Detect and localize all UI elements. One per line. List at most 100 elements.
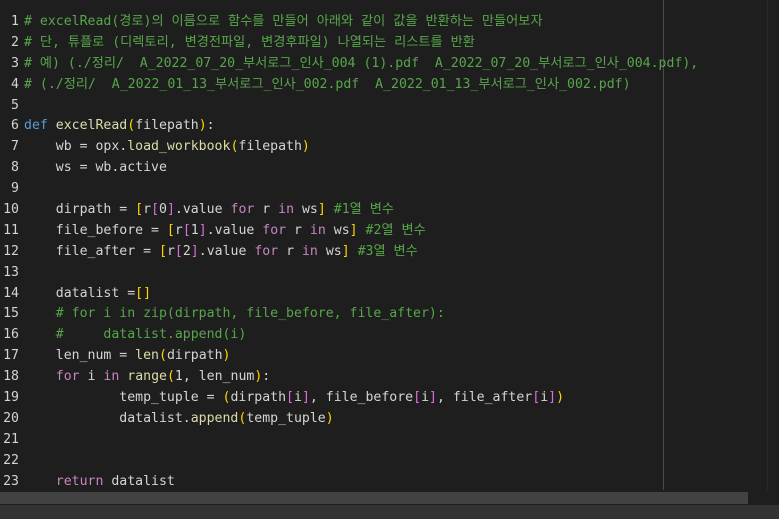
code-token: for [230,202,255,218]
code-line[interactable]: 18 for i in range(1, len_num): [0,367,779,388]
code-token: r [286,222,310,238]
code-area[interactable]: 1 # excelRead(경로)의 이름으로 함수를 만들어 아래와 같이 값을… [0,12,779,492]
code-token: datalist. [24,410,191,426]
code-token: ws [325,222,350,238]
code-token: r [278,243,302,259]
code-line[interactable]: 6 def excelRead(filepath): [0,116,779,137]
line-code[interactable]: dirpath = [r[0].value for r in ws] #1열 변… [24,200,394,221]
line-number: 18 [3,369,19,385]
code-token: ] [190,243,199,259]
code-token: 0 [159,202,167,218]
code-token: datalist [103,473,175,489]
line-number: 22 [3,452,19,468]
code-line[interactable]: 16 # datalist.append(i) [0,325,779,346]
code-token: #1열 변수 [325,202,394,218]
code-token: ( [166,369,175,385]
line-code[interactable]: ws = wb.active [24,158,167,179]
code-token: append [190,410,239,426]
code-token: : [206,118,215,134]
code-token: dirpath = [24,202,136,218]
code-line[interactable]: 22 [0,451,779,472]
line-code[interactable]: datalist =[] [24,284,151,305]
line-code[interactable]: wb = opx.load_workbook(filepath) [24,137,310,158]
code-token: len [135,348,159,364]
code-token: # (./정리/ A_2022_01_13_부서로그_인사_002.pdf A_… [24,76,631,92]
line-code[interactable]: # datalist.append(i) [24,325,247,346]
code-token: wb = opx. [24,139,128,155]
code-token: ws [294,202,318,218]
line-code[interactable]: # 예) (./정리/ A_2022_07_20_부서로그_인사_004 (1)… [24,54,698,75]
code-line[interactable]: 13 [0,263,779,284]
status-bar [0,505,779,519]
code-editor[interactable]: 1 # excelRead(경로)의 이름으로 함수를 만들어 아래와 같이 값을… [0,0,779,505]
code-token: 1, len_num [174,369,255,385]
line-code[interactable]: file_before = [r[1].value for r in ws] #… [24,221,426,242]
line-code[interactable]: # 단, 튜플로 (디렉토리, 변경전파일, 변경후파일) 나열되는 리스트를 … [24,33,475,54]
line-code[interactable]: len_num = len(dirpath) [24,346,231,367]
code-token: len_num = [24,348,136,364]
code-token: ) [556,390,565,406]
vertical-scrollbar[interactable] [767,0,779,505]
code-line[interactable]: 15 # for i in zip(dirpath, file_before, … [0,304,779,325]
code-token: [ [135,202,144,218]
code-line[interactable]: 20 datalist.append(temp_tuple) [0,409,779,430]
line-number: 2 [11,34,19,50]
code-token: ( [158,348,167,364]
code-line[interactable]: 7 wb = opx.load_workbook(filepath) [0,137,779,158]
code-token: .value [198,243,255,259]
horizontal-scrollbar-thumb[interactable] [0,492,748,504]
code-line[interactable]: 17 len_num = len(dirpath) [0,346,779,367]
line-code[interactable]: def excelRead(filepath): [24,116,215,137]
code-token: ] [349,222,358,238]
line-number: 1 [11,14,19,29]
line-code[interactable]: for i in range(1, len_num): [24,367,270,388]
code-token: #2열 변수 [357,222,426,238]
code-line[interactable]: 4 # (./정리/ A_2022_01_13_부서로그_인사_002.pdf A… [0,75,779,96]
code-token: r [254,202,279,218]
line-code[interactable]: temp_tuple = (dirpath[i], file_before[i]… [24,388,564,409]
line-code[interactable]: # (./정리/ A_2022_01_13_부서로그_인사_002.pdf A_… [24,75,631,96]
code-token: for [254,243,279,259]
code-token: in [278,202,295,218]
code-line[interactable]: 12 file_after = [r[2].value for r in ws]… [0,242,779,263]
code-line[interactable]: 10 dirpath = [r[0].value for r in ws] #1… [0,200,779,221]
code-token: ] [429,390,437,406]
code-line[interactable]: 8 ws = wb.active [0,158,779,179]
line-number: 10 [3,202,19,218]
code-line[interactable]: 9 [0,179,779,200]
code-token: # datalist.append(i) [24,327,247,343]
code-token: r [166,243,175,259]
code-token: in [309,222,326,238]
code-token: ws = wb.active [24,160,167,176]
code-token: ] [198,222,207,238]
code-line[interactable]: 11 file_before = [r[1].value for r in ws… [0,221,779,242]
code-token: in [103,369,120,385]
line-number: 12 [3,243,19,259]
code-line[interactable]: 3 # 예) (./정리/ A_2022_07_20_부서로그_인사_004 (1… [0,54,779,75]
code-token: load_workbook [127,139,231,155]
line-code[interactable]: # for i in zip(dirpath, file_before, fil… [24,304,445,325]
code-line[interactable]: 21 [0,430,779,451]
code-token: # 단, 튜플로 (디렉토리, 변경전파일, 변경후파일) 나열되는 리스트를 … [24,34,475,50]
code-token: ] [317,202,326,218]
line-code[interactable]: datalist.append(temp_tuple) [24,409,333,430]
code-line[interactable]: 2 # 단, 튜플로 (디렉토리, 변경전파일, 변경후파일) 나열되는 리스트를… [0,33,779,54]
code-token: ] [166,202,175,218]
line-number: 5 [11,97,19,113]
code-token: ( [127,118,136,134]
code-token: ) [198,118,207,134]
code-token: excelRead [55,118,128,134]
code-token: filepath [238,139,302,155]
code-token: .value [174,202,231,218]
code-line[interactable]: 1 # excelRead(경로)의 이름으로 함수를 만들어 아래와 같이 값을… [0,12,779,33]
line-number: 19 [3,390,19,406]
line-code[interactable]: # excelRead(경로)의 이름으로 함수를 만들어 아래와 같이 값을 … [24,12,543,33]
code-line[interactable]: 5 [0,96,779,117]
code-token: r [174,222,183,238]
code-line[interactable]: 19 temp_tuple = (dirpath[i], file_before… [0,388,779,409]
code-token: i [421,390,430,406]
code-token: # 예) (./정리/ A_2022_07_20_부서로그_인사_004 (1)… [24,55,699,71]
code-line[interactable]: 14 datalist =[] [0,284,779,305]
line-code[interactable]: file_after = [r[2].value for r in ws] #3… [24,242,418,263]
